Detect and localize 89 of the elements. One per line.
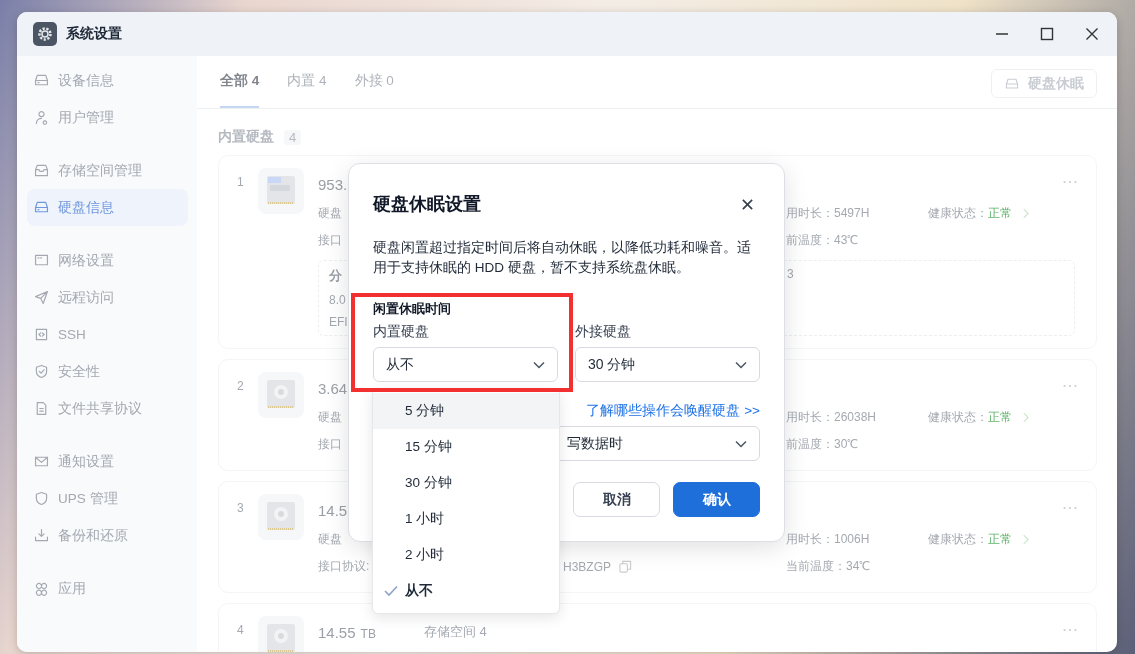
menu-item-icon <box>33 580 50 597</box>
sidebar-item[interactable]: 通知设置 <box>27 443 188 480</box>
health-label: 健康状态： <box>928 531 988 548</box>
dialog-description: 硬盘闲置超过指定时间后将自动休眠，以降低功耗和噪音。适用于支持休眠的 HDD 硬盘，暂不支持系统盘休眠。 <box>373 239 752 277</box>
temperature-text: 前温度：43℃ <box>786 232 859 249</box>
menu-item-icon <box>33 326 50 343</box>
temperature-text: 当前温度：34℃ <box>786 558 871 575</box>
cancel-button[interactable]: 取消 <box>573 482 660 517</box>
count-badge: 4 <box>284 129 302 145</box>
menu-item-icon <box>33 289 50 306</box>
sidebar-item[interactable]: 应用 <box>27 570 188 607</box>
window-title: 系统设置 <box>66 25 122 43</box>
disk-capacity: 953. <box>318 175 348 193</box>
tab[interactable]: 外接 0 <box>354 56 394 108</box>
health-status: 正常 <box>988 205 1012 222</box>
disk-number: 3 <box>237 500 245 517</box>
disk-type-label: 硬盘 <box>318 409 342 426</box>
check-icon <box>384 585 398 597</box>
disk-number: 2 <box>237 378 245 395</box>
chevron-down-icon <box>735 360 747 369</box>
sidebar-item[interactable]: 文件共享协议 <box>27 390 188 427</box>
interface-label: 接口协议: <box>318 558 370 575</box>
sidebar-item[interactable]: 安全性 <box>27 353 188 390</box>
partition-text: 3 <box>787 267 794 281</box>
health-label: 健康状态： <box>928 205 988 222</box>
select-field[interactable]: 30 分钟 <box>575 347 760 382</box>
disk-capacity: 14.55 TB <box>318 623 376 641</box>
interface-label: 接口 <box>318 232 342 249</box>
dropdown-option[interactable]: 从不 <box>373 573 559 609</box>
maximize-icon[interactable] <box>1040 27 1054 41</box>
disk-type-label: 硬盘 <box>318 531 342 548</box>
sidebar-item[interactable]: 远程访问 <box>27 279 188 316</box>
disk-number: 4 <box>237 622 245 639</box>
field-label: 内置硬盘 <box>373 323 430 341</box>
tab[interactable]: 内置 4 <box>287 56 327 108</box>
disk-capacity: 14.5 <box>318 501 348 519</box>
sidebar-item[interactable]: 存储空间管理 <box>27 152 188 189</box>
dropdown-option[interactable]: 1 小时 <box>373 501 559 537</box>
sidebar-item[interactable]: UPS 管理 <box>27 480 188 517</box>
chevron-down-icon <box>735 439 747 448</box>
menu-item-icon <box>33 527 50 544</box>
gear-icon <box>33 22 57 46</box>
confirm-button[interactable]: 确认 <box>673 482 760 517</box>
serial-number: H3BZGP <box>563 559 611 574</box>
sidebar-item[interactable]: 网络设置 <box>27 242 188 279</box>
section-heading: 闲置休眠时间 <box>373 300 452 318</box>
health-status: 正常 <box>988 531 1012 548</box>
usage-hours: 用时长：26038H <box>786 409 877 426</box>
dropdown-option[interactable]: 30 分钟 <box>373 465 559 501</box>
close-icon[interactable] <box>741 197 754 211</box>
partition-size: 8.0 <box>329 293 346 307</box>
sidebar-item[interactable]: 用户管理 <box>27 99 188 136</box>
menu-item-icon <box>33 490 50 507</box>
usage-hours: 用时长：5497H <box>786 205 870 222</box>
interface-label: 接口 <box>318 436 342 453</box>
storage-pool-label: 存储空间 4 <box>423 623 487 641</box>
disk-type-label: 硬盘 <box>318 205 342 222</box>
chevron-down-icon <box>533 360 545 369</box>
dropdown-option[interactable]: 5 分钟 <box>373 393 559 429</box>
copy-icon[interactable] <box>619 560 632 573</box>
usage-hours: 用时长：1006H <box>786 531 870 548</box>
sidebar-item[interactable]: 硬盘信息 <box>27 189 188 226</box>
dropdown-option[interactable]: 2 小时 <box>373 537 559 573</box>
chevron-right-icon[interactable] <box>1022 208 1029 219</box>
sidebar-item[interactable]: 备份和还原 <box>27 517 188 554</box>
disk-capacity: 3.64 <box>318 379 348 397</box>
chevron-right-icon[interactable] <box>1022 412 1029 423</box>
section-title: 内置硬盘 <box>218 128 274 146</box>
wake-info-link[interactable]: 了解哪些操作会唤醒硬盘 >> <box>586 402 760 420</box>
select-field[interactable]: 从不 <box>373 347 558 382</box>
hard-drive-icon <box>258 494 304 540</box>
partition-name: EFI <box>329 315 348 329</box>
health-label: 健康状态： <box>928 409 988 426</box>
hard-drive-icon <box>258 372 304 418</box>
chevron-right-icon[interactable] <box>1022 534 1029 545</box>
disk-number: 1 <box>237 174 245 191</box>
menu-item-icon <box>33 363 50 380</box>
menu-item-icon <box>33 109 50 126</box>
health-status: 正常 <box>988 409 1012 426</box>
close-icon[interactable] <box>1085 27 1099 41</box>
field-label: 外接硬盘 <box>575 323 632 341</box>
partition-title: 分 <box>329 267 342 285</box>
tab[interactable]: 全部 4 <box>220 56 260 108</box>
sidebar-item[interactable]: SSH <box>27 316 188 353</box>
sidebar-item[interactable]: 设备信息 <box>27 62 188 99</box>
menu-item-icon <box>33 162 50 179</box>
dialog-title: 硬盘休眠设置 <box>373 193 481 216</box>
ssd-icon <box>258 168 304 214</box>
temperature-text: 前温度：30℃ <box>786 436 859 453</box>
